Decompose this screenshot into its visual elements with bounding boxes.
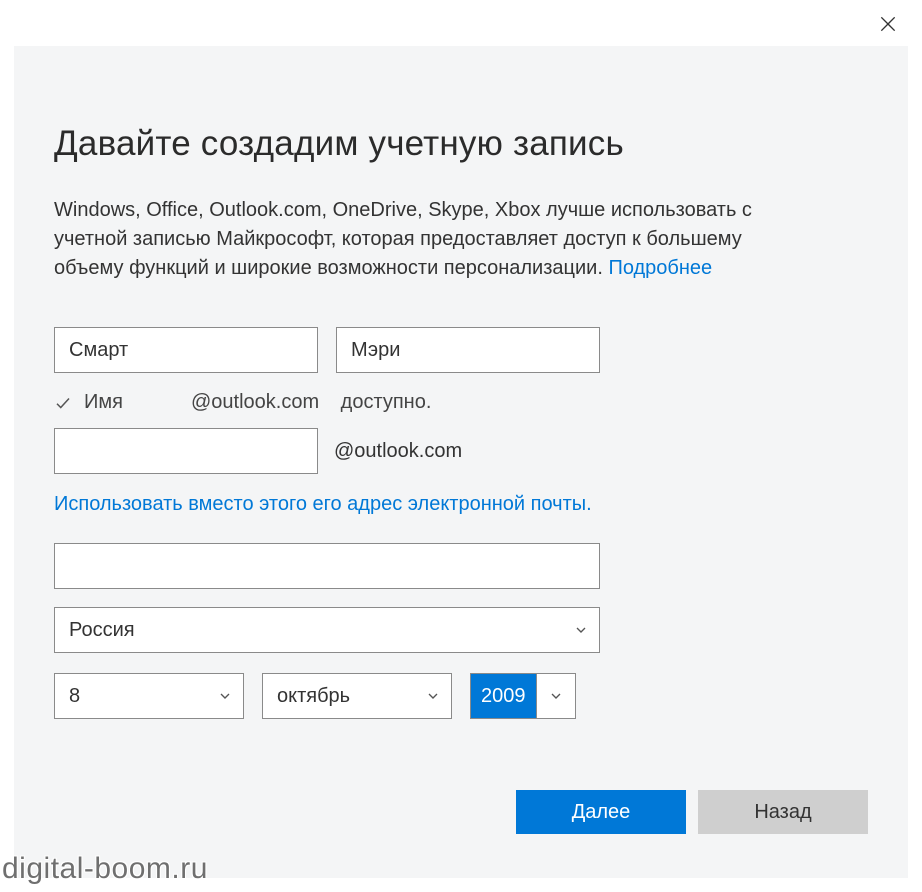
dob-year-value: 2009 — [471, 674, 536, 718]
use-existing-email-link[interactable]: Использовать вместо этого его адрес элек… — [54, 490, 654, 519]
dob-month-value: октябрь — [277, 685, 350, 708]
first-name-input[interactable] — [54, 327, 318, 373]
chevron-down-icon — [425, 688, 441, 704]
page-title: Давайте создадим учетную запись — [54, 124, 868, 164]
description-text: Windows, Office, Outlook.com, OneDrive, … — [54, 196, 814, 283]
country-select-value: Россия — [69, 619, 135, 642]
country-select[interactable]: Россия — [54, 607, 600, 653]
learn-more-link[interactable]: Подробнее — [608, 257, 712, 279]
email-localpart-input[interactable] — [54, 428, 318, 474]
email-domain-suffix: @outlook.com — [334, 440, 462, 463]
chevron-down-icon — [217, 688, 233, 704]
chevron-down-icon — [573, 622, 589, 638]
account-creation-window: Давайте создадим учетную запись Windows,… — [0, 0, 922, 892]
dob-row: 8 октябрь 2009 — [54, 673, 868, 719]
dob-month-select[interactable]: октябрь — [262, 673, 452, 719]
email-row: @outlook.com — [54, 428, 868, 474]
chevron-down-icon — [536, 674, 575, 718]
dob-year-select[interactable]: 2009 — [470, 673, 576, 719]
availability-domain: @outlook.com — [191, 391, 319, 414]
footer-buttons: Далее Назад — [516, 790, 868, 834]
password-row — [54, 543, 868, 589]
name-row — [54, 327, 868, 373]
availability-name-label: Имя — [84, 391, 123, 414]
content-panel: Давайте создадим учетную запись Windows,… — [14, 46, 908, 878]
dob-day-value: 8 — [69, 685, 80, 708]
back-button[interactable]: Назад — [698, 790, 868, 834]
close-icon[interactable] — [878, 14, 898, 34]
dob-day-select[interactable]: 8 — [54, 673, 244, 719]
availability-status: доступно. — [341, 391, 432, 414]
last-name-input[interactable] — [336, 327, 600, 373]
next-button[interactable]: Далее — [516, 790, 686, 834]
availability-row: Имя @outlook.com доступно. — [54, 391, 868, 414]
checkmark-icon — [54, 394, 72, 412]
password-input[interactable] — [54, 543, 600, 589]
